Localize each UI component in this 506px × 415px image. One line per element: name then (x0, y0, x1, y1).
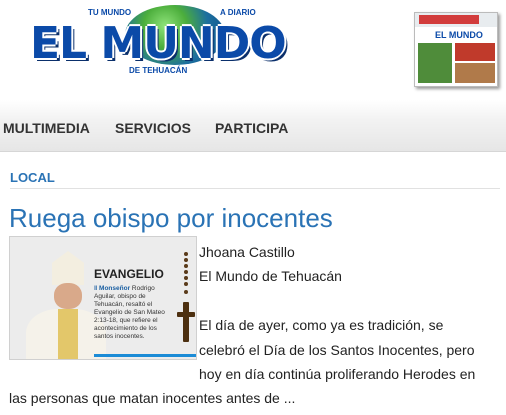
logo-subtitle: DE TEHUACÁN (126, 66, 191, 75)
site-header: TU MUNDO A DIARIO EL MUNDO DE TEHUACÁN E… (0, 0, 506, 100)
bishop-face (54, 283, 82, 309)
thumbnail-photo (455, 63, 495, 83)
excerpt-line: El día de ayer, como ya es tradición, se (199, 317, 444, 333)
section-divider (10, 188, 500, 189)
rosary-bead (184, 290, 188, 294)
image-caption: ‖ Monseñor Rodrigo Aguilar, obispo de Te… (94, 285, 174, 341)
cross-icon (183, 302, 189, 342)
caption-text: Rodrigo Aguilar, obispo de Tehuacán, res… (94, 285, 165, 340)
cross-icon-bar (177, 312, 195, 317)
logo-left-tag: TU MUNDO (88, 8, 132, 17)
site-logo[interactable]: TU MUNDO A DIARIO EL MUNDO DE TEHUACÁN (30, 5, 300, 76)
rosary-bead (184, 258, 188, 262)
bishop-stole (58, 309, 78, 359)
rosary-graphic (176, 252, 196, 372)
thumbnail-title: EL MUNDO (435, 30, 483, 40)
thumbnail-headline-strip (419, 15, 479, 24)
rosary-bead (184, 270, 188, 274)
caption-strong-text: Monseñor (99, 285, 131, 292)
logo-title: EL MUNDO (30, 18, 287, 69)
article-headline[interactable]: Ruega obispo por inocentes (9, 203, 333, 234)
bishop-mitre (52, 251, 84, 285)
excerpt-line: hoy en día continúa proliferando Herodes… (199, 366, 476, 382)
logo-right-tag: A DIARIO (220, 8, 256, 17)
newspaper-cover-thumbnail[interactable]: EL MUNDO (414, 12, 498, 87)
nav-item-servicios[interactable]: SERVICIOS (115, 120, 191, 136)
article-author: Jhoana Castillo (199, 244, 295, 260)
rosary-bead (184, 276, 188, 280)
excerpt-line: celebró el Día de los Santos Inocentes, … (199, 342, 475, 358)
main-navigation: MULTIMEDIA SERVICIOS PARTICIPA (0, 100, 506, 152)
nav-item-participa[interactable]: PARTICIPA (215, 120, 288, 136)
caption-strong: ‖ Monseñor (94, 285, 131, 292)
rosary-bead (184, 252, 188, 256)
nav-item-multimedia[interactable]: MULTIMEDIA (3, 120, 90, 136)
article-image: EVANGELIO ‖ Monseñor Rodrigo Aguilar, ob… (9, 236, 197, 360)
image-heading: EVANGELIO (94, 267, 164, 281)
rosary-bead (184, 282, 188, 286)
excerpt-line: las personas que matan inocentes antes d… (9, 390, 296, 406)
article-publication: El Mundo de Tehuacán (199, 268, 342, 284)
section-label[interactable]: LOCAL (10, 170, 55, 185)
thumbnail-photo (418, 43, 452, 83)
rosary-bead (184, 264, 188, 268)
bishop-photo (14, 243, 106, 359)
thumbnail-photo (455, 43, 495, 61)
